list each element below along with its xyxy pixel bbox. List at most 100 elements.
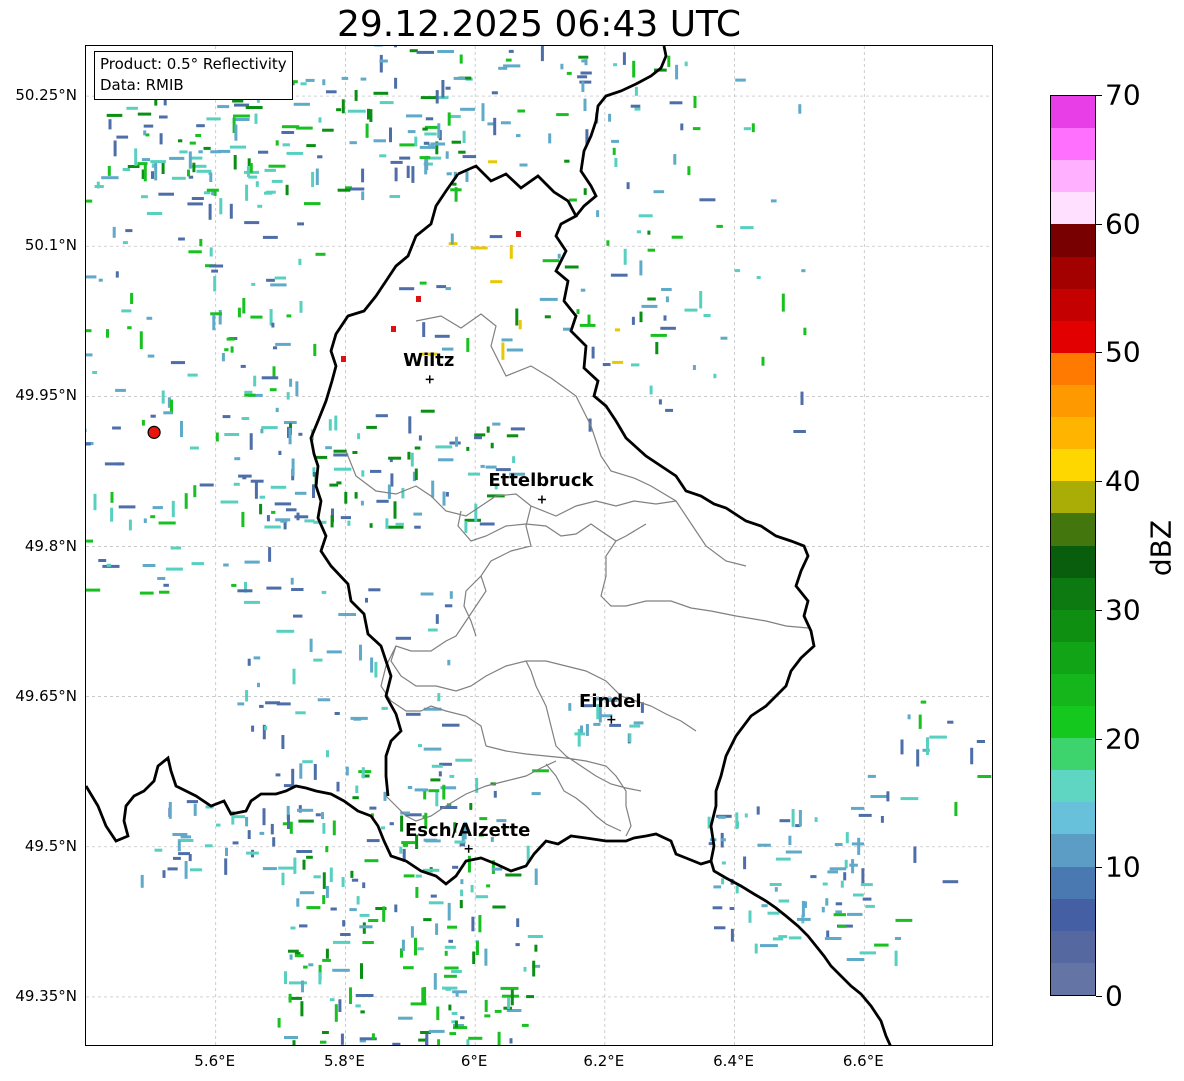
radar-echo [302, 859, 306, 870]
data-source-label: Data: RMIB [100, 76, 184, 94]
radar-echo [847, 912, 863, 916]
radar-echo [333, 453, 349, 457]
radar-echo [544, 315, 551, 319]
radar-echo [366, 839, 380, 843]
radar-map[interactable] [85, 45, 993, 1046]
colorbar-segment [1051, 384, 1095, 418]
radar-echo [139, 331, 143, 350]
radar-echo [471, 916, 475, 932]
radar-echo [157, 577, 166, 580]
radar-echo [219, 198, 223, 215]
radar-echo [518, 320, 522, 330]
radar-echo [222, 415, 231, 419]
radar-echo [455, 436, 458, 447]
radar-echo [449, 774, 455, 778]
map-title: 29.12.2025 06:43 UTC [336, 4, 742, 45]
radar-echo [853, 893, 864, 897]
radar-echo [128, 519, 132, 531]
radar-echo [250, 479, 264, 483]
radar-echo [317, 155, 323, 159]
radar-echo [926, 737, 929, 755]
radar-echo [418, 744, 422, 748]
colorbar-segment [1051, 480, 1095, 514]
radar-echo [455, 758, 473, 762]
radar-echo [288, 427, 292, 445]
radar-echo [112, 226, 116, 238]
radar-echo [748, 910, 752, 923]
colorbar-tick [1096, 481, 1102, 483]
radar-echo [452, 990, 467, 994]
radar-echo [633, 721, 644, 725]
city-label: Findel [579, 690, 642, 712]
radar-echo [259, 503, 263, 515]
radar-echo [293, 102, 310, 106]
radar-echo [86, 353, 93, 357]
radar-echo [613, 63, 618, 67]
radar-echo [675, 64, 679, 80]
radar-echo [98, 278, 103, 282]
radar-echo [362, 882, 366, 889]
radar-echo [299, 301, 303, 313]
radar-echo [401, 841, 415, 845]
radar-echo [262, 808, 266, 826]
radar-echo [137, 112, 152, 116]
radar-echo [276, 702, 291, 706]
radar-echo [247, 658, 251, 666]
radar-echo [827, 870, 838, 874]
radar-echo [374, 46, 383, 47]
radar-echo [781, 293, 785, 312]
radar-echo [437, 693, 441, 702]
radar-echo [800, 391, 804, 405]
radar-echo [684, 61, 688, 67]
radar-echo [322, 823, 326, 834]
radar-echo [361, 191, 365, 201]
colorbar-segment [1051, 448, 1095, 482]
radar-echo [639, 311, 643, 323]
radar-echo [510, 427, 525, 431]
radar-echo [171, 500, 175, 518]
colorbar-tick-label: 20 [1105, 722, 1141, 756]
radar-echo [458, 150, 466, 154]
radar-echo [208, 203, 212, 220]
radar-echo [189, 164, 207, 168]
radar-echo [303, 965, 308, 969]
radar-echo [539, 297, 558, 301]
radar-echo [245, 816, 249, 827]
radar-echo [474, 436, 482, 440]
radar-echo [340, 933, 351, 936]
radar-echo [647, 248, 655, 252]
radar-echo [96, 181, 100, 189]
radar-echo [460, 1016, 465, 1020]
lon-label: 6°E [460, 1052, 488, 1070]
radar-echo [122, 241, 128, 245]
radar-echo [444, 966, 459, 970]
lon-label: 6.2°E [583, 1052, 625, 1070]
radar-echo [735, 78, 746, 82]
radar-echo [151, 171, 154, 179]
radar-echo [840, 880, 844, 888]
radar-echo [602, 363, 611, 366]
radar-echo [907, 714, 911, 720]
radar-echo [259, 831, 265, 835]
radar-echo [230, 346, 234, 353]
radar-echo [446, 172, 452, 176]
radar-echo [452, 865, 459, 869]
radar-echo [127, 165, 140, 168]
radar-echo [634, 107, 641, 111]
colorbar-label: dBZ [1144, 519, 1178, 577]
radar-echo [328, 419, 332, 431]
colorbar-segment [1051, 256, 1095, 289]
radar-echo [453, 76, 466, 80]
radar-echo [395, 522, 404, 526]
radar-echo [340, 1033, 344, 1045]
radar-echo [150, 414, 156, 418]
radar-echo [445, 492, 449, 497]
radar-echo [444, 974, 457, 978]
radar-echo [385, 518, 389, 529]
radar-echo [298, 432, 303, 436]
radar-echo [188, 854, 192, 862]
radar-echo [304, 519, 315, 523]
radar-echo [258, 150, 269, 154]
radar-echo [913, 846, 917, 863]
radar-echo [300, 1001, 304, 1017]
